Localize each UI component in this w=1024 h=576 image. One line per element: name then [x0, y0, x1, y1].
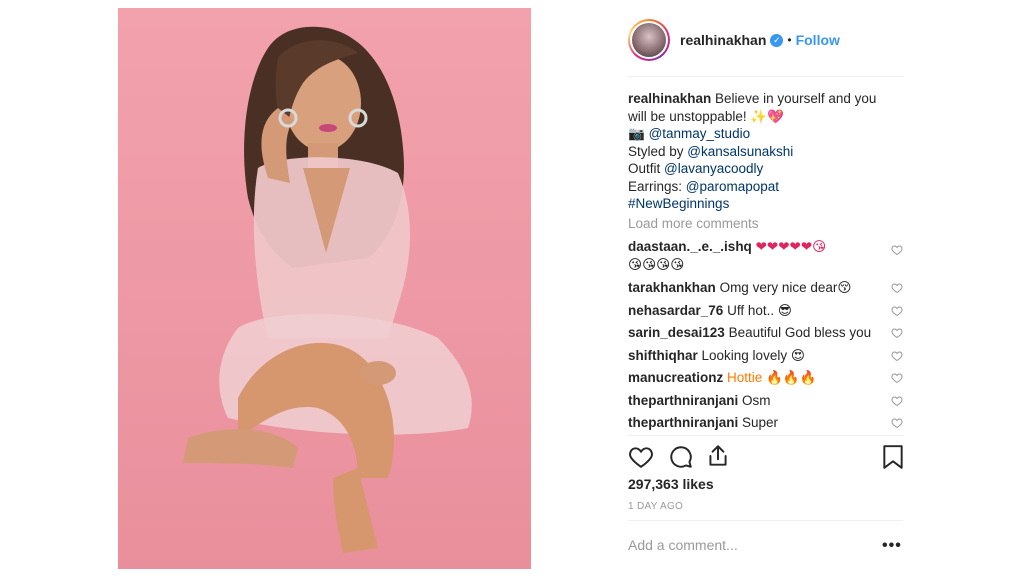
- comment-username[interactable]: theparthniranjani: [628, 415, 738, 430]
- comment-item: theparthniranjani Super: [628, 414, 903, 432]
- heart-icon[interactable]: [891, 327, 903, 339]
- caption-username[interactable]: realhinakhan: [628, 91, 711, 106]
- photo-credit-link[interactable]: @tanmay_studio: [649, 126, 751, 141]
- comment-input-divider: [628, 520, 903, 521]
- bookmark-icon[interactable]: [882, 444, 904, 470]
- heart-icon[interactable]: [628, 444, 654, 470]
- verified-badge-icon: ✓: [770, 33, 784, 47]
- comments-list: daastaan._.e._.ishq ❤❤❤❤❤😘 😘😘😘😘 tarakhan…: [628, 238, 903, 432]
- comment-username[interactable]: daastaan._.e._.ishq: [628, 239, 752, 254]
- comment-item: shifthiqhar Looking lovely 😍: [628, 347, 903, 365]
- outfit-link[interactable]: @lavanyacoodly: [664, 161, 763, 176]
- post-caption: realhinakhan Believe in yourself and you…: [628, 90, 893, 213]
- post-timestamp: 1 DAY AGO: [628, 501, 684, 512]
- post-header: realhinakhan ✓ • Follow: [628, 16, 903, 64]
- comment-username[interactable]: theparthniranjani: [628, 393, 738, 408]
- add-comment-input[interactable]: Add a comment...: [628, 537, 738, 553]
- camera-emoji: 📷: [628, 126, 645, 141]
- follow-button[interactable]: Follow: [796, 32, 840, 48]
- heart-icon[interactable]: [891, 372, 903, 384]
- actions-divider: [628, 435, 903, 436]
- header-divider: [628, 76, 903, 77]
- avatar[interactable]: [628, 19, 670, 61]
- caption-text-line1: Believe in yourself and you: [715, 91, 877, 106]
- heart-icon[interactable]: [891, 244, 903, 256]
- stylist-link[interactable]: @kansalsunakshi: [687, 144, 793, 159]
- load-more-comments-button[interactable]: Load more comments: [628, 216, 759, 231]
- separator-dot: •: [787, 33, 792, 47]
- comment-text-continued: 😘😘😘😘: [628, 256, 685, 272]
- earrings-link[interactable]: @paromapopat: [686, 179, 779, 194]
- heart-icon[interactable]: [891, 305, 903, 317]
- comment-username[interactable]: shifthiqhar: [628, 348, 698, 363]
- comment-text: Osm: [742, 392, 771, 408]
- comment-item: sarin_desai123 Beautiful God bless you: [628, 324, 903, 342]
- heart-icon[interactable]: [891, 282, 903, 294]
- more-options-button[interactable]: •••: [882, 537, 902, 555]
- comment-text: ❤❤❤❤❤😘: [755, 239, 827, 254]
- photo-illustration: [183, 26, 472, 553]
- comment-text: Uff hot.. 😎: [727, 302, 792, 318]
- comment-username[interactable]: tarakhankhan: [628, 280, 716, 295]
- comment-text: Hottie 🔥🔥🔥: [727, 370, 817, 385]
- comment-item: daastaan._.e._.ishq ❤❤❤❤❤😘 😘😘😘😘: [628, 238, 903, 273]
- post-photo[interactable]: [118, 8, 531, 569]
- heart-icon[interactable]: [891, 417, 903, 429]
- share-icon[interactable]: [705, 443, 731, 469]
- comment-text: Looking lovely 😍: [701, 347, 805, 363]
- comment-text: Beautiful God bless you: [728, 325, 872, 340]
- comment-item: theparthniranjani Osm: [628, 392, 903, 410]
- comment-username[interactable]: manucreationz: [628, 370, 723, 385]
- heart-icon[interactable]: [891, 395, 903, 407]
- comment-item: nehasardar_76 Uff hot.. 😎: [628, 302, 903, 320]
- hashtag-link[interactable]: #NewBeginnings: [628, 195, 893, 213]
- post-username[interactable]: realhinakhan: [680, 32, 766, 48]
- post-sidebar: realhinakhan ✓ • Follow realhinakhan Bel…: [628, 0, 903, 576]
- comment-username[interactable]: sarin_desai123: [628, 325, 725, 340]
- comment-text: Super: [742, 415, 779, 430]
- comment-item: manucreationz Hottie 🔥🔥🔥: [628, 369, 903, 387]
- likes-count[interactable]: 297,363 likes: [628, 476, 714, 492]
- comment-bubble-icon[interactable]: [668, 444, 694, 470]
- comment-item: tarakhankhan Omg very nice dear😚: [628, 279, 903, 297]
- comment-text: Omg very nice dear😚: [719, 280, 852, 295]
- heart-icon[interactable]: [891, 350, 903, 362]
- comment-username[interactable]: nehasardar_76: [628, 303, 723, 318]
- earrings-label: Earrings:: [628, 178, 686, 194]
- action-bar: [628, 442, 903, 472]
- outfit-label: Outfit: [628, 161, 665, 176]
- styled-by-label: Styled by: [628, 143, 688, 159]
- caption-text-line2: will be unstoppable! ✨💖: [628, 108, 784, 124]
